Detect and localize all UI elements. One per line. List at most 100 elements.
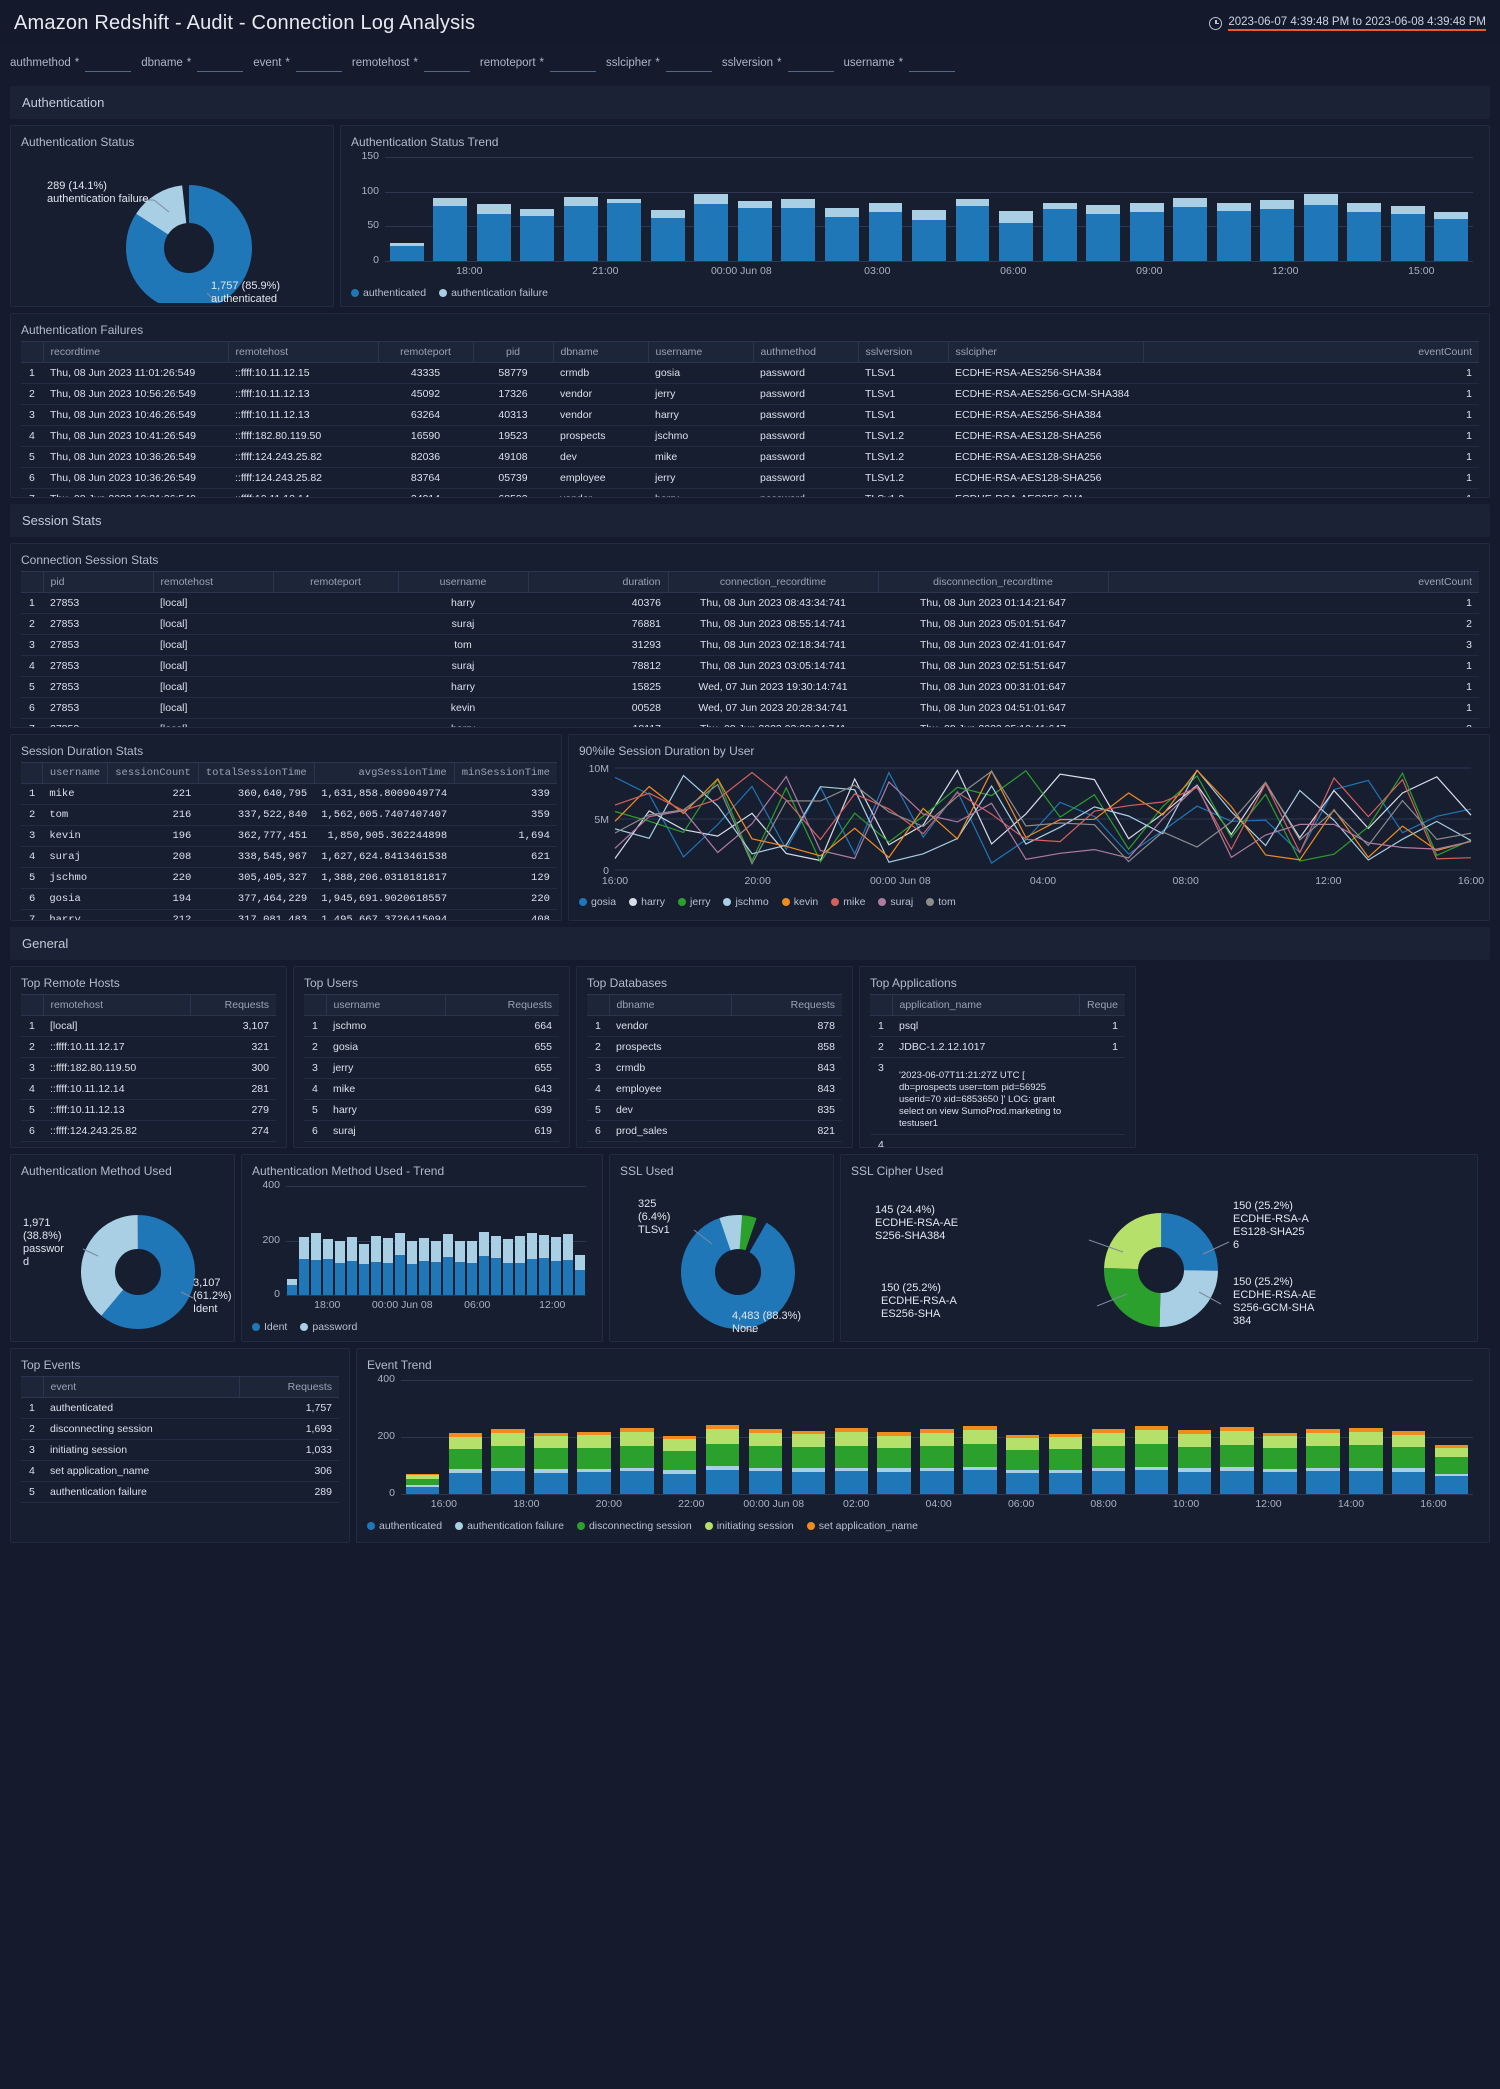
bar-segment[interactable] <box>1390 205 1425 214</box>
bar-segment[interactable] <box>662 1450 697 1471</box>
bar-segment[interactable] <box>534 1433 568 1437</box>
bar-segment[interactable] <box>955 199 990 206</box>
bar-segment[interactable] <box>877 1435 911 1448</box>
bar-segment[interactable] <box>407 1264 417 1295</box>
line-series-jerry[interactable] <box>614 769 1472 863</box>
table-row[interactable]: 727853[local]harry18117Thu, 08 Jun 2023 … <box>21 718 1479 727</box>
column-header-event[interactable]: event <box>43 1376 241 1398</box>
table-row[interactable]: 4 employee 843 <box>587 1078 842 1100</box>
bar-segment[interactable] <box>551 1261 561 1295</box>
bar-segment[interactable] <box>1349 1470 1383 1494</box>
bar-segment[interactable] <box>1263 1472 1297 1494</box>
table-row[interactable]: 2 Thu, 08 Jun 2023 10:56:26:549::ffff:10.… <box>21 383 1479 405</box>
filter-event[interactable]: event * <box>253 57 342 72</box>
bar-segment[interactable] <box>563 196 598 207</box>
table-row[interactable]: 6 Thu, 08 Jun 2023 10:36:26:549::ffff:124… <box>21 467 1479 489</box>
bar-segment[interactable] <box>520 209 555 216</box>
bar-segment[interactable] <box>877 1472 911 1494</box>
bar-segment[interactable] <box>395 1232 405 1255</box>
bar-segment[interactable] <box>662 1439 697 1451</box>
bar-segment[interactable] <box>834 1470 868 1494</box>
column-header-remoteport[interactable]: remoteport <box>273 571 399 593</box>
table-row[interactable]: 3 initiating session 1,033 <box>21 1439 339 1461</box>
bar-segment[interactable] <box>737 200 772 209</box>
bar-segment[interactable] <box>1042 202 1077 209</box>
bar-segment[interactable] <box>1006 1469 1040 1474</box>
legend-item-gosia[interactable]: gosia <box>579 896 616 908</box>
bar-segment[interactable] <box>287 1278 297 1285</box>
bar-segment[interactable] <box>1347 212 1382 261</box>
bar-segment[interactable] <box>1349 1467 1383 1471</box>
bar-segment[interactable] <box>1216 211 1251 261</box>
top-users-table[interactable]: username Requests 1 jschmo 664 2 gosia 655 3 jerr… <box>304 994 559 1147</box>
bar-segment[interactable] <box>577 1447 611 1469</box>
table-row[interactable]: 3::ffff:182.80.119.50 300 <box>21 1057 276 1079</box>
column-header-avgSessionTime[interactable]: avgSessionTime <box>314 762 455 784</box>
bar-segment[interactable] <box>431 1240 441 1263</box>
ssl-cipher-donut[interactable]: 145 (24.4%) ECDHE-RSA-AE S256-SHA384 150… <box>851 1182 1467 1337</box>
bar-segment[interactable] <box>620 1431 654 1446</box>
column-header-authmethod[interactable]: authmethod <box>753 341 859 363</box>
bar-segment[interactable] <box>963 1466 997 1471</box>
bar-segment[interactable] <box>1306 1471 1340 1494</box>
bar-segment[interactable] <box>527 1232 537 1259</box>
bar-segment[interactable] <box>389 245 424 261</box>
table-row[interactable]: 4'2023-06-07T12:51:27Z UTC [ db=prod_sal… <box>870 1134 1125 1147</box>
column-header-dbname[interactable]: dbname <box>553 341 649 363</box>
bar-segment[interactable] <box>359 1243 369 1265</box>
bar-segment[interactable] <box>383 1262 393 1295</box>
table-row[interactable]: 5 jschmo 220 305,405,327 1,388,206.031818181… <box>21 867 557 889</box>
table-row[interactable]: 7Thu, 08 Jun 2023 10:31:26:549::ffff:10.… <box>21 488 1479 497</box>
bar-segment[interactable] <box>479 1255 489 1295</box>
column-header-connection_recordtime[interactable]: connection_recordtime <box>668 571 879 593</box>
table-row[interactable]: 3 kevin 196 362,777,451 1,850,905.362244898 1… <box>21 825 557 847</box>
bar-segment[interactable] <box>389 242 424 246</box>
bar-segment[interactable] <box>539 1258 549 1295</box>
bar-segment[interactable] <box>748 1429 783 1434</box>
bar-segment[interactable] <box>1006 1438 1040 1450</box>
bar-segment[interactable] <box>476 204 511 214</box>
bar-segment[interactable] <box>1391 1447 1426 1469</box>
bar-segment[interactable] <box>791 1446 826 1468</box>
bar-segment[interactable] <box>1134 1430 1169 1445</box>
table-row[interactable]: 1 27853 [local] harry 40376 Thu, 08 Jun 2023 … <box>21 592 1479 614</box>
bar-segment[interactable] <box>748 1467 783 1472</box>
legend-item-ident[interactable]: Ident <box>252 1321 287 1333</box>
bar-segment[interactable] <box>1048 1448 1083 1470</box>
top-remote-hosts-table[interactable]: remotehost Requests 1 [local] 3,107 2::ffff:1… <box>21 994 276 1147</box>
bar-segment[interactable] <box>1349 1445 1383 1468</box>
bar-segment[interactable] <box>694 194 729 205</box>
bar-segment[interactable] <box>1091 1471 1126 1494</box>
bar-segment[interactable] <box>662 1436 697 1440</box>
filter-authmethod[interactable]: authmethod * <box>10 57 132 72</box>
bar-segment[interactable] <box>748 1433 783 1447</box>
bar-segment[interactable] <box>791 1434 826 1447</box>
table-row[interactable]: 4 Thu, 08 Jun 2023 10:41:26:549::ffff:182… <box>21 425 1479 447</box>
table-row[interactable]: 5::ffff:10.11.12.13 279 <box>21 1099 276 1121</box>
bar-segment[interactable] <box>1006 1449 1040 1470</box>
authentication-failures-table[interactable]: recordtime remotehost remoteport pid dbname u… <box>21 341 1479 497</box>
bar-segment[interactable] <box>1048 1437 1083 1449</box>
bar-segment[interactable] <box>1347 203 1382 213</box>
legend-item-authentication-failure[interactable]: authentication failure <box>439 287 548 299</box>
legend-item-tom[interactable]: tom <box>926 896 956 908</box>
table-row[interactable]: 2 gosia 655 <box>304 1036 559 1058</box>
legend-item-authenticated[interactable]: authenticated <box>351 287 426 299</box>
column-header-username[interactable]: username <box>398 571 529 593</box>
filter-sslcipher[interactable]: sslcipher * <box>606 57 712 72</box>
table-row[interactable]: 6 suraj 619 <box>304 1120 559 1142</box>
bar-segment[interactable] <box>1303 193 1338 205</box>
top-events-table[interactable]: event Requests 1 authenticated 1,757 2 disconn… <box>21 1376 339 1503</box>
bar-segment[interactable] <box>662 1470 697 1475</box>
bar-segment[interactable] <box>1177 1471 1211 1494</box>
table-row[interactable]: 5 harry 639 <box>304 1099 559 1121</box>
bar-segment[interactable] <box>694 204 729 261</box>
bar-segment[interactable] <box>448 1437 483 1449</box>
time-range-picker[interactable]: 2023-06-07 4:39:48 PM to 2023-06-08 4:39… <box>1209 16 1486 31</box>
bar-segment[interactable] <box>1134 1470 1169 1494</box>
bar-segment[interactable] <box>577 1472 611 1494</box>
bar-segment[interactable] <box>534 1436 568 1449</box>
bar-segment[interactable] <box>431 1262 441 1295</box>
table-row[interactable]: 4::ffff:10.11.12.14 281 <box>21 1078 276 1100</box>
bar-segment[interactable] <box>383 1237 393 1263</box>
